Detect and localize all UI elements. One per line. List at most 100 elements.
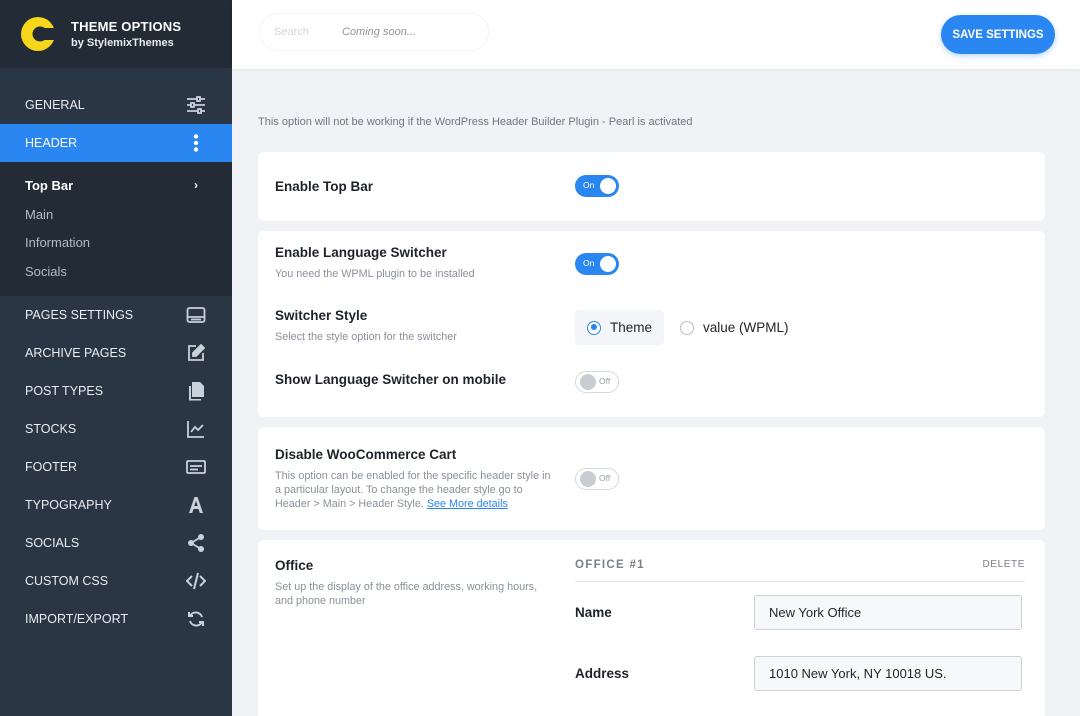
language-switcher-desc: You need the WPML plugin to be installed	[275, 268, 475, 280]
sidebar-item-header[interactable]: HEADER	[0, 124, 232, 162]
language-switcher-row: Enable Language Switcher You need the WP…	[275, 245, 475, 281]
subnav-item-label: Top Bar	[25, 177, 74, 193]
sidebar-item-typography[interactable]: TYPOGRAPHY	[0, 486, 232, 524]
top-bar-card: Enable Top Bar On	[258, 152, 1045, 221]
footer-icon	[186, 457, 206, 477]
search-input[interactable]	[274, 26, 334, 38]
subnav-item-label: Main	[25, 206, 54, 222]
radio-selected-icon	[587, 320, 601, 335]
switcher-style-row: Switcher Style Select the style option f…	[275, 308, 457, 344]
subnav-item-label: Socials	[25, 263, 67, 279]
search-box: Coming soon...	[260, 14, 488, 50]
disable-woo-cart-label: Disable WooCommerce Cart	[275, 447, 457, 462]
sidebar-item-socials[interactable]: SOCIALS	[0, 524, 232, 562]
radio-unselected-icon	[680, 320, 695, 335]
sidebar-item-label: IMPORT/EXPORT	[25, 611, 129, 626]
office-card: Office Set up the display of the office …	[258, 540, 1045, 716]
radio-label: value (WPML)	[703, 320, 789, 335]
sidebar-item-post-types[interactable]: POST TYPES	[0, 372, 232, 410]
save-settings-button[interactable]: SAVE SETTINGS	[941, 15, 1055, 54]
woocommerce-card: Disable WooCommerce Cart This option can…	[258, 427, 1045, 530]
coming-soon-text: Coming soon...	[342, 26, 416, 38]
switcher-style-option-wpml[interactable]: value (WPML)	[668, 310, 801, 345]
office-label: Office	[275, 558, 314, 573]
sidebar-item-stocks[interactable]: STOCKS	[0, 410, 232, 448]
toggle-state: On	[583, 180, 595, 190]
subnav-item-top-bar[interactable]: Top Bar ›	[0, 171, 232, 200]
disable-woo-cart-toggle[interactable]: Off	[575, 468, 619, 490]
subnav-item-socials[interactable]: Socials	[0, 257, 232, 286]
sidebar-item-label: CUSTOM CSS	[25, 573, 109, 588]
office-name-input[interactable]	[754, 595, 1022, 630]
switcher-mobile-toggle[interactable]: Off	[575, 371, 619, 393]
brand: THEME OPTIONS by StylemixThemes	[0, 0, 232, 68]
sidebar-item-label: STOCKS	[25, 421, 77, 436]
brand-subtitle: by StylemixThemes	[71, 37, 174, 49]
toggle-knob	[580, 374, 596, 390]
enable-language-switcher-label: Enable Language Switcher	[275, 245, 447, 260]
header-subnav: Top Bar › Main Information Socials	[0, 162, 232, 296]
sidebar-item-archive-pages[interactable]: ARCHIVE PAGES	[0, 334, 232, 372]
share-icon	[186, 533, 206, 553]
subnav-item-main[interactable]: Main	[0, 200, 232, 229]
enable-top-bar-toggle[interactable]: On	[575, 175, 619, 197]
office-address-input[interactable]	[754, 656, 1022, 691]
toggle-state: Off	[599, 376, 611, 386]
office-name-row: Name	[575, 595, 1022, 630]
switcher-style-desc: Select the style option for the switcher	[275, 331, 457, 343]
switcher-style-radio-group: Theme value (WPML)	[575, 310, 801, 345]
office-delete-button[interactable]: DELETE	[982, 559, 1025, 581]
more-vertical-icon	[186, 133, 206, 153]
office-name-label: Name	[575, 605, 612, 620]
code-icon	[186, 571, 206, 591]
sidebar-item-label: PAGES SETTINGS	[25, 307, 134, 322]
sync-icon	[186, 609, 206, 629]
office-address-label: Address	[575, 666, 630, 681]
edit-icon	[186, 343, 206, 363]
woo-cart-desc-text: This option can be enabled for the speci…	[275, 470, 551, 510]
typography-icon	[186, 495, 206, 515]
chevron-right-icon: ›	[194, 178, 198, 193]
sliders-icon	[186, 95, 206, 115]
toggle-knob	[580, 471, 596, 487]
office-desc: Set up the display of the office address…	[275, 581, 538, 607]
switcher-style-label: Switcher Style	[275, 308, 368, 323]
toggle-state: On	[583, 258, 595, 268]
plugin-notice: This option will not be working if the W…	[258, 116, 693, 128]
switcher-style-option-theme[interactable]: Theme	[575, 310, 665, 345]
office-entry-header: OFFICE #1 DELETE	[575, 559, 1025, 582]
sidebar-item-general[interactable]: GENERAL	[0, 86, 232, 124]
sidebar-item-label: HEADER	[25, 136, 78, 150]
sidebar-item-pages-settings[interactable]: PAGES SETTINGS	[0, 296, 232, 334]
see-more-details-link[interactable]: See More details	[427, 498, 508, 510]
sidebar-item-label: POST TYPES	[25, 383, 104, 398]
sidebar-item-footer[interactable]: FOOTER	[0, 448, 232, 486]
sidebar-item-import-export[interactable]: IMPORT/EXPORT	[0, 600, 232, 638]
copy-icon	[186, 381, 206, 401]
sidebar-item-label: FOOTER	[25, 459, 78, 474]
toggle-knob	[600, 256, 616, 272]
woo-cart-row: Disable WooCommerce Cart This option can…	[275, 447, 555, 511]
sidebar-item-label: TYPOGRAPHY	[25, 497, 112, 512]
theme-logo-icon	[21, 17, 56, 51]
office-address-row: Address	[575, 656, 1022, 691]
woo-cart-desc: This option can be enabled for the speci…	[275, 469, 555, 511]
language-switcher-card: Enable Language Switcher You need the WP…	[258, 231, 1045, 417]
switcher-mobile-label: Show Language Switcher on mobile	[275, 372, 507, 387]
sidebar-item-custom-css[interactable]: CUSTOM CSS	[0, 562, 232, 600]
line-chart-icon	[186, 419, 206, 439]
sidebar-item-label: ARCHIVE PAGES	[25, 345, 127, 360]
language-switcher-toggle[interactable]: On	[575, 253, 619, 275]
sidebar: THEME OPTIONS by StylemixThemes GENERAL …	[0, 0, 232, 716]
subnav-item-information[interactable]: Information	[0, 228, 232, 257]
sidebar-item-label: SOCIALS	[25, 535, 80, 550]
radio-label: Theme	[610, 320, 653, 335]
toggle-knob	[600, 178, 616, 194]
sidebar-item-label: GENERAL	[25, 98, 85, 112]
office-row: Office Set up the display of the office …	[275, 558, 550, 608]
subnav-item-label: Information	[25, 235, 91, 251]
top-bar: Coming soon... SAVE SETTINGS	[232, 0, 1080, 69]
enable-top-bar-label: Enable Top Bar	[275, 179, 374, 194]
sidebar-nav: GENERAL HEADER Top Bar › Main Informatio…	[0, 68, 232, 638]
toggle-state: Off	[599, 473, 611, 483]
